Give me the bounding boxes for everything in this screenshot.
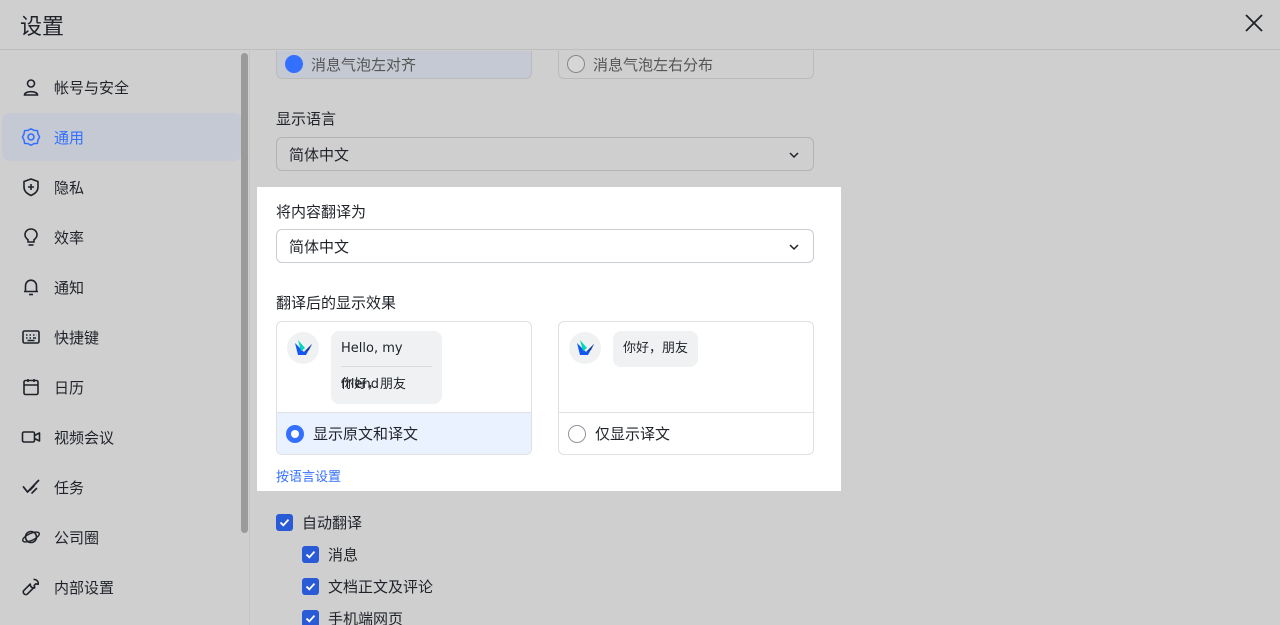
sidebar-item-label: 通知 (54, 278, 85, 297)
planet-icon (20, 526, 42, 548)
sidebar-item-label: 任务 (54, 478, 85, 497)
bubble-left-radio[interactable] (285, 55, 303, 73)
translate-to-select[interactable]: 简体中文 (276, 229, 814, 263)
bell-icon (20, 276, 42, 298)
bird-logo-icon (295, 340, 312, 355)
bubble-left-label: 消息气泡左对齐 (311, 56, 417, 74)
auto-translate-item-label: 文档正文及评论 (328, 578, 434, 596)
display-original-and-translation-card[interactable]: Hello, my friend 你好，朋友 显示原文和译文 (276, 321, 532, 455)
message-bubble: 你好，朋友 (613, 331, 699, 367)
sidebar-item-tasks[interactable]: 任务 (2, 463, 242, 511)
user-icon (20, 76, 42, 98)
lightbulb-icon (20, 226, 42, 248)
calendar-icon (20, 376, 42, 398)
sidebar-item-internal-settings[interactable]: 内部设置 (2, 563, 242, 611)
original-text: Hello, my friend (341, 331, 432, 392)
translate-to-label: 将内容翻译为 (276, 203, 367, 221)
chevron-down-icon (789, 244, 799, 251)
display-language-label: 显示语言 (276, 110, 337, 128)
shield-icon (20, 176, 42, 198)
auto-translate-item-label: 手机端网页 (328, 610, 404, 625)
translated-text: 你好，朋友 (623, 341, 689, 356)
sidebar-item-efficiency[interactable]: 效率 (2, 213, 242, 261)
bird-logo-icon (577, 340, 594, 355)
auto-translate-mobile-web-checkbox[interactable]: 手机端网页 (302, 608, 403, 625)
display-both-option[interactable]: 显示原文和译文 (277, 412, 531, 454)
display-translation-only-label: 仅显示译文 (595, 425, 671, 443)
display-both-radio[interactable] (286, 424, 304, 443)
bubble-spread-option[interactable]: 消息气泡左右分布 (558, 51, 814, 79)
sidebar-item-label: 公司圈 (54, 528, 100, 547)
translate-to-value: 简体中文 (289, 237, 350, 256)
translation-settings-panel: 将内容翻译为 简体中文 翻译后的显示效果 Hello, my friend 你好… (257, 187, 841, 491)
sidebar-item-label: 帐号与安全 (54, 78, 130, 97)
sidebar-item-label: 内部设置 (54, 578, 115, 597)
sidebar-item-privacy[interactable]: 隐私 (2, 163, 242, 211)
display-language-value: 简体中文 (289, 145, 350, 164)
by-language-settings-link[interactable]: 按语言设置 (276, 466, 341, 485)
settings-header: 设置 (0, 0, 1280, 50)
close-icon (1245, 14, 1263, 32)
sidebar-item-label: 快捷键 (54, 328, 100, 347)
display-language-select[interactable]: 简体中文 (276, 137, 814, 171)
sidebar-item-label: 通用 (54, 128, 85, 147)
auto-translate-messages-checkbox[interactable]: 消息 (302, 544, 358, 565)
bubble-spread-label: 消息气泡左右分布 (593, 56, 714, 74)
avatar (569, 332, 601, 364)
sidebar-item-shortcuts[interactable]: 快捷键 (2, 313, 242, 361)
sidebar-item-account-security[interactable]: 帐号与安全 (2, 63, 242, 111)
display-translation-only-card[interactable]: 你好，朋友 仅显示译文 (558, 321, 814, 455)
gear-icon (20, 126, 42, 148)
checkbox-checked-icon[interactable] (302, 610, 319, 625)
auto-translate-item-label: 消息 (328, 546, 359, 564)
auto-translate-label: 自动翻译 (302, 514, 363, 532)
sidebar-item-calendar[interactable]: 日历 (2, 363, 242, 411)
sidebar-item-label: 视频会议 (54, 428, 115, 447)
bubble-spread-radio[interactable] (567, 55, 585, 73)
settings-sidebar: 帐号与安全 通用 隐私 效率 通知 快捷键 日历 视频会议 任务 公司圈 内部设… (0, 51, 250, 625)
checkbox-checked-icon[interactable] (276, 514, 293, 531)
sidebar-item-video-meeting[interactable]: 视频会议 (2, 413, 242, 461)
close-button[interactable] (1238, 7, 1270, 39)
sidebar-item-label: 隐私 (54, 178, 85, 197)
sidebar-item-label: 日历 (54, 378, 85, 397)
auto-translate-checkbox[interactable]: 自动翻译 (276, 512, 362, 533)
message-bubble: Hello, my friend 你好，朋友 (331, 331, 442, 404)
translated-text: 你好，朋友 (341, 377, 407, 392)
sidebar-item-general[interactable]: 通用 (2, 113, 242, 161)
sidebar-item-moments[interactable]: 公司圈 (2, 513, 242, 561)
page-title: 设置 (20, 15, 65, 40)
keyboard-icon (20, 326, 42, 348)
display-translation-only-option[interactable]: 仅显示译文 (559, 412, 813, 454)
sidebar-scrollbar[interactable] (241, 53, 248, 533)
checkbox-checked-icon[interactable] (302, 578, 319, 595)
sidebar-item-notifications[interactable]: 通知 (2, 263, 242, 311)
video-icon (20, 426, 42, 448)
checkbox-checked-icon[interactable] (302, 546, 319, 563)
wrench-icon (20, 576, 42, 598)
display-both-label: 显示原文和译文 (313, 425, 419, 443)
settings-content: 消息气泡左对齐 消息气泡左右分布 显示语言 简体中文 将内容翻译为 简体中文 翻… (251, 51, 1280, 625)
task-check-icon (20, 476, 42, 498)
auto-translate-docs-checkbox[interactable]: 文档正文及评论 (302, 576, 433, 597)
avatar (287, 332, 319, 364)
display-translation-only-radio[interactable] (568, 424, 586, 443)
bubble-left-align-option[interactable]: 消息气泡左对齐 (276, 51, 532, 79)
sidebar-item-label: 效率 (54, 228, 85, 247)
translate-display-label: 翻译后的显示效果 (276, 294, 397, 312)
chevron-down-icon (789, 152, 799, 159)
